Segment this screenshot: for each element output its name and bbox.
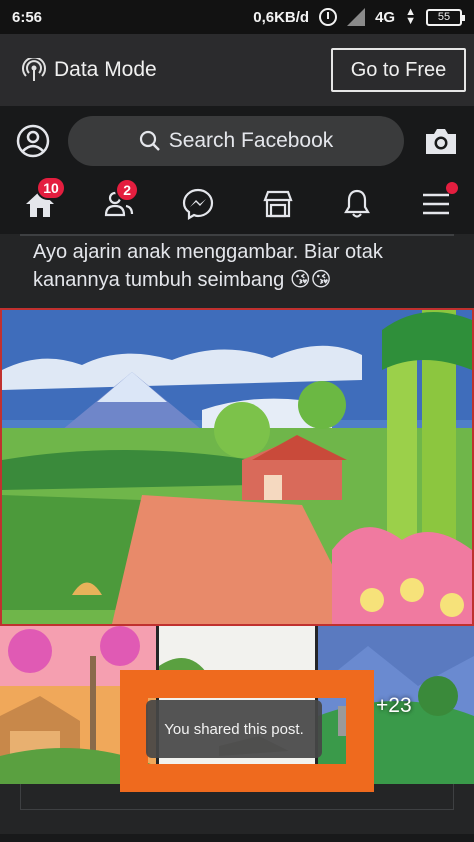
network-speed: 0,6KB/d: [253, 8, 310, 26]
friends-notification-badge: 2: [115, 178, 140, 202]
post-main-photo[interactable]: [0, 308, 474, 626]
profile-icon[interactable]: [16, 124, 50, 158]
go-to-free-button[interactable]: Go to Free: [331, 48, 466, 92]
nav-home[interactable]: 10: [22, 176, 66, 222]
menu-notification-dot: [445, 182, 458, 194]
data-mode-label: Data Mode: [54, 58, 157, 81]
data-activity-icon: ▲ ▼: [405, 6, 416, 27]
search-icon: [139, 130, 160, 151]
home-notification-badge: 10: [36, 176, 66, 200]
search-bar[interactable]: Search Facebook: [68, 116, 404, 166]
nav-menu[interactable]: [418, 182, 458, 222]
battery-level: 55: [437, 11, 451, 23]
post-text: Ayo ajarin anak menggambar. Biar otak ka…: [33, 241, 383, 291]
post-divider: [20, 234, 454, 236]
alarm-icon: [319, 8, 338, 26]
status-time: 6:56: [12, 8, 43, 26]
camera-icon[interactable]: [424, 126, 458, 156]
marketplace-icon: [262, 190, 293, 218]
nav-messenger[interactable]: [180, 186, 216, 222]
menu-icon: [422, 193, 449, 215]
bell-icon: [343, 189, 370, 218]
status-bar: 6:56 0,6KB/d 4G ▲ ▼ 55: [0, 0, 474, 34]
data-mode-bar: Data Mode Go to Free: [0, 34, 474, 106]
nav-marketplace[interactable]: [260, 186, 296, 222]
network-type: 4G: [375, 8, 396, 26]
toast-message: You shared this post.: [146, 700, 322, 758]
signal-icon: [347, 8, 366, 26]
messenger-icon: [183, 188, 214, 220]
battery-icon: 55: [426, 8, 465, 26]
landscape-drawing: [2, 310, 472, 624]
status-indicators: 0,6KB/d 4G ▲ ▼ 55: [253, 6, 465, 27]
nav-friends[interactable]: 2: [101, 178, 140, 222]
fb-header: Search Facebook: [0, 106, 474, 176]
more-photos-count: +23: [376, 694, 412, 717]
antenna-icon: [22, 58, 46, 81]
search-placeholder: Search Facebook: [168, 129, 334, 152]
nav-notifications[interactable]: [339, 186, 375, 222]
main-nav: 10 2: [0, 176, 474, 232]
